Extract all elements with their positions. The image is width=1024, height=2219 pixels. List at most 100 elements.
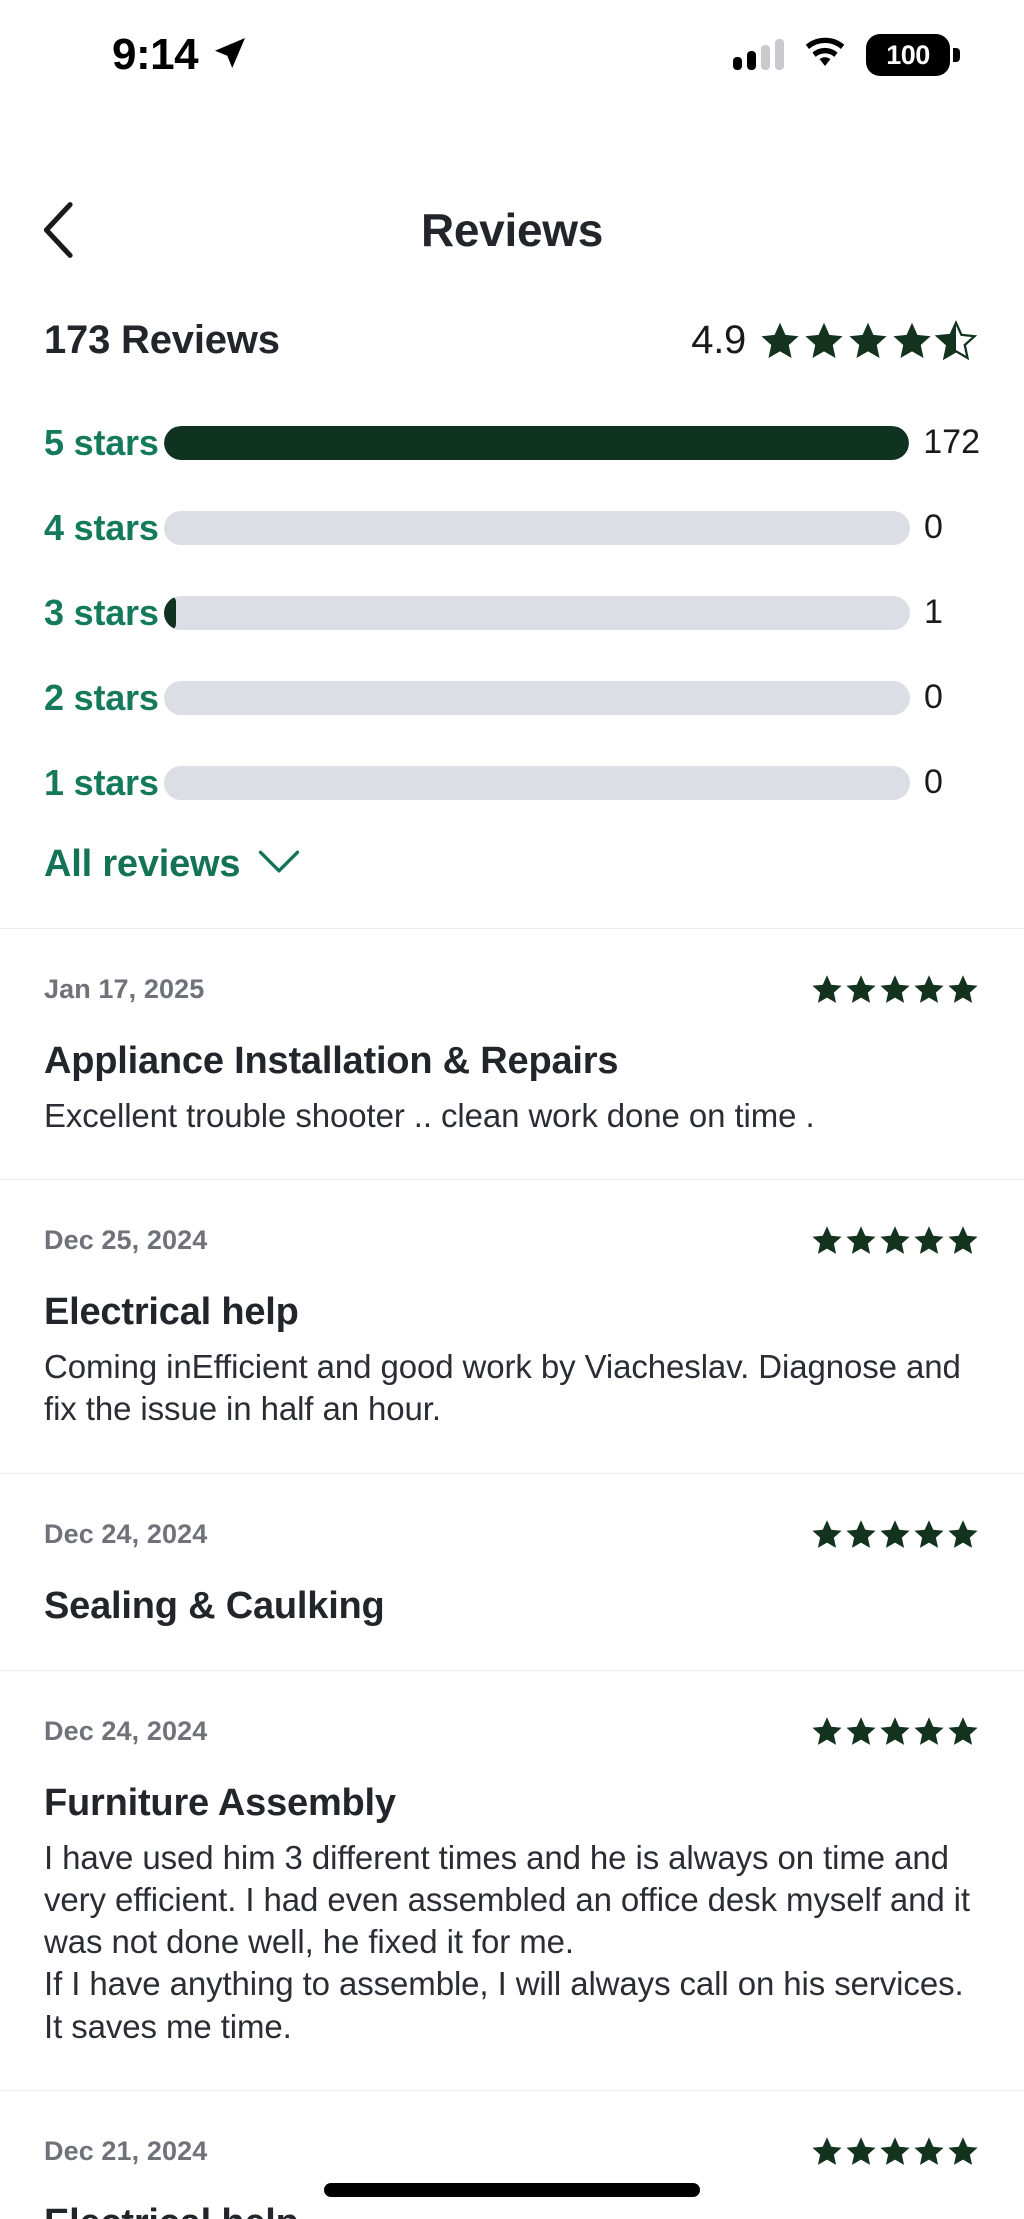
- review-header: Dec 24, 2024: [44, 1518, 980, 1551]
- star-full-icon: [846, 2137, 876, 2165]
- histogram-count: 0: [924, 508, 943, 546]
- histogram-label: 3 stars: [44, 591, 159, 633]
- review-date: Dec 25, 2024: [44, 1225, 208, 1256]
- histogram-label: 2 stars: [44, 676, 159, 718]
- histogram-row-3[interactable]: 3 stars 1: [0, 570, 1024, 655]
- reviews-screen: 9:14 100 Reviews 173 Reviews 4.9 5 stars…: [0, 0, 1024, 2219]
- review-rating-stars: [810, 1518, 980, 1551]
- histogram-fill: [164, 425, 910, 460]
- histogram-label: 4 stars: [44, 506, 159, 548]
- star-half-icon: [934, 319, 978, 360]
- histogram-count: 172: [923, 423, 980, 461]
- review-item[interactable]: Dec 24, 2024 Furniture Assembly I have u…: [0, 1669, 1024, 2090]
- battery-percent: 100: [886, 39, 930, 70]
- review-item[interactable]: Dec 21, 2024 Electrical help: [0, 2089, 1024, 2219]
- star-full-icon: [812, 2137, 842, 2165]
- review-title: Furniture Assembly: [44, 1781, 396, 1824]
- review-date: Dec 24, 2024: [44, 1715, 208, 1746]
- star-full-icon: [846, 1226, 876, 1255]
- review-body: Coming inEfficient and good work by Viac…: [44, 1348, 961, 1428]
- page-header: Reviews: [0, 175, 1024, 285]
- review-header: Dec 25, 2024: [44, 1224, 980, 1257]
- review-date: Dec 24, 2024: [44, 1518, 208, 1549]
- review-header: Dec 24, 2024: [44, 1715, 980, 1748]
- star-full-icon: [880, 1716, 910, 1745]
- histogram-track: [164, 425, 910, 460]
- star-full-icon: [914, 1716, 944, 1745]
- cellular-signal-icon: [733, 39, 784, 70]
- review-item[interactable]: Dec 24, 2024 Sealing & Caulking: [0, 1472, 1024, 1670]
- review-date: Jan 17, 2025: [44, 974, 205, 1004]
- star-full-icon: [761, 322, 799, 358]
- star-full-icon: [812, 1519, 842, 1548]
- review-title: Appliance Installation & Repairs: [44, 1040, 619, 1082]
- star-full-icon: [948, 1519, 978, 1548]
- reviews-list: Jan 17, 2025 Appliance Installation & Re…: [0, 928, 1024, 2219]
- histogram-row-1[interactable]: 1 stars 0: [0, 740, 1024, 825]
- star-full-icon: [893, 322, 931, 358]
- star-full-icon: [812, 975, 842, 1003]
- histogram-count: 0: [924, 678, 943, 716]
- review-item[interactable]: Jan 17, 2025 Appliance Installation & Re…: [0, 928, 1024, 1179]
- star-full-icon: [914, 2137, 944, 2165]
- star-full-icon: [846, 1716, 876, 1745]
- star-full-icon: [880, 1226, 910, 1255]
- star-full-icon: [914, 1519, 944, 1548]
- wifi-icon: [804, 37, 846, 74]
- star-full-icon: [849, 322, 887, 358]
- review-body: Excellent trouble shooter .. clean work …: [44, 1097, 815, 1134]
- review-item[interactable]: Dec 25, 2024 Electrical help Coming inEf…: [0, 1179, 1024, 1472]
- star-full-icon: [880, 1519, 910, 1548]
- histogram-track: [164, 765, 910, 800]
- status-bar-left: 9:14: [112, 30, 248, 80]
- average-rating-value: 4.9: [691, 318, 746, 362]
- histogram-count: 1: [924, 593, 943, 631]
- review-rating-stars: [810, 1715, 980, 1748]
- histogram-row-5[interactable]: 5 stars 172: [0, 400, 1024, 485]
- star-full-icon: [948, 2137, 978, 2165]
- chevron-left-icon: [43, 202, 73, 258]
- total-reviews-label: 173 Reviews: [44, 318, 280, 362]
- star-full-icon: [948, 975, 978, 1003]
- review-title: Electrical help: [44, 1291, 299, 1334]
- star-full-icon: [846, 975, 876, 1003]
- rating-summary: 173 Reviews 4.9: [0, 318, 1024, 363]
- review-body: I have used him 3 different times and he…: [44, 1838, 970, 2045]
- location-arrow-icon: [212, 35, 248, 76]
- histogram-label: 1 stars: [44, 761, 159, 803]
- histogram-fill: [164, 595, 176, 630]
- star-full-icon: [948, 1226, 978, 1255]
- review-rating-stars: [810, 973, 980, 1006]
- average-rating-group: 4.9: [691, 318, 978, 363]
- histogram-track: [164, 680, 910, 715]
- review-header: Jan 17, 2025: [44, 973, 980, 1006]
- review-title: Electrical help: [44, 2202, 980, 2219]
- rating-histogram: 5 stars 172 4 stars 0 3 stars 1 2 stars …: [0, 400, 1024, 825]
- review-rating-stars: [810, 1224, 980, 1257]
- histogram-label: 5 stars: [44, 421, 159, 463]
- histogram-count: 0: [924, 763, 943, 801]
- star-full-icon: [914, 1226, 944, 1255]
- review-title: Sealing & Caulking: [44, 1584, 385, 1627]
- back-button[interactable]: [22, 194, 94, 266]
- histogram-row-4[interactable]: 4 stars 0: [0, 485, 1024, 570]
- average-rating-stars: [758, 319, 978, 362]
- home-indicator[interactable]: [324, 2183, 700, 2197]
- star-full-icon: [880, 2137, 910, 2165]
- star-full-icon: [880, 975, 910, 1003]
- all-reviews-filter-button[interactable]: All reviews: [44, 843, 300, 886]
- star-full-icon: [812, 1716, 842, 1745]
- filter-section: All reviews: [0, 843, 1024, 886]
- star-full-icon: [846, 1519, 876, 1548]
- chevron-down-icon: [258, 849, 300, 880]
- review-date: Dec 21, 2024: [44, 2135, 208, 2166]
- battery-icon: 100: [866, 34, 960, 76]
- histogram-track: [164, 595, 910, 630]
- review-rating-stars: [810, 2135, 980, 2168]
- review-header: Dec 21, 2024: [44, 2135, 980, 2168]
- star-full-icon: [914, 975, 944, 1003]
- histogram-row-2[interactable]: 2 stars 0: [0, 655, 1024, 740]
- status-bar-right: 100: [733, 34, 960, 76]
- status-bar: 9:14 100: [0, 0, 1024, 110]
- filter-label: All reviews: [44, 843, 241, 885]
